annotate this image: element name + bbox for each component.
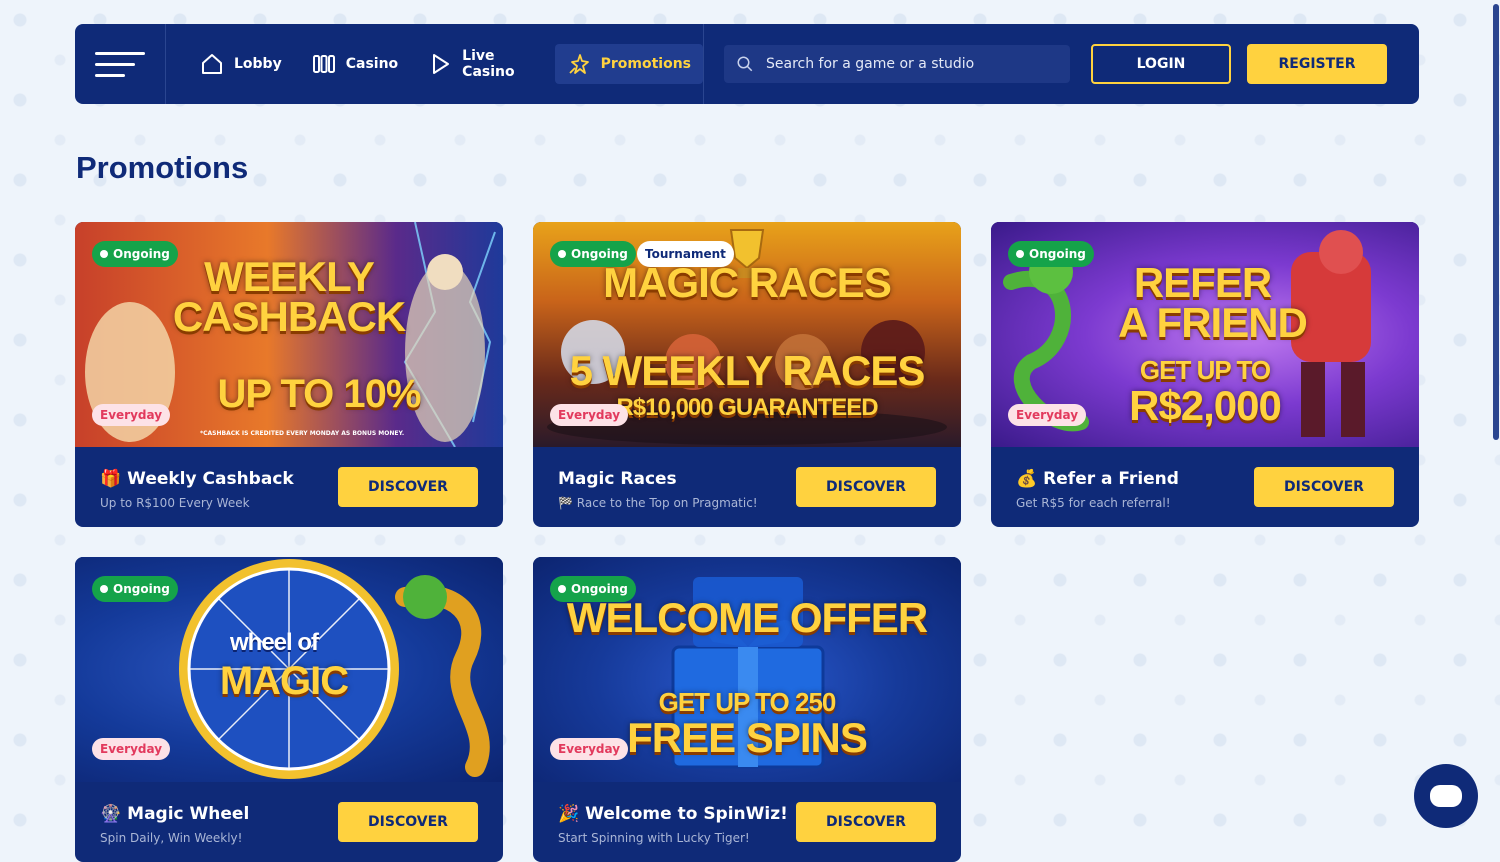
discover-button[interactable]: DISCOVER	[796, 802, 936, 842]
card-footer: 🎁 Weekly Cashback Up to R$100 Every Week …	[75, 447, 503, 527]
frequency-badge: Everyday	[1008, 404, 1087, 426]
card-subtitle: Get R$5 for each referral!	[1016, 496, 1171, 510]
page-title: Promotions	[76, 150, 249, 185]
card-subtitle: Start Spinning with Lucky Tiger!	[558, 831, 750, 845]
page-scrollbar[interactable]	[1492, 0, 1500, 844]
main-nav: Lobby Casino Live Casino Promotions	[166, 24, 704, 104]
frequency-badge: Everyday	[550, 404, 629, 426]
nav-item-lobby[interactable]: Lobby	[188, 44, 294, 84]
discover-button[interactable]: DISCOVER	[338, 802, 478, 842]
nav-label: Casino	[345, 56, 399, 72]
login-button[interactable]: LOGIN	[1091, 44, 1231, 84]
top-navigation-bar: Lobby Casino Live Casino Promotions Sear…	[75, 24, 1419, 104]
card-title: 🎁 Weekly Cashback	[100, 469, 294, 489]
card-subtitle: Up to R$100 Every Week	[100, 496, 250, 510]
promo-banner[interactable]: WELCOME OFFER GET UP TO 250 FREE SPINS O…	[533, 557, 961, 782]
money-bag-icon: 💰	[1016, 469, 1038, 489]
banner-headline: wheel of	[229, 629, 319, 656]
card-subtitle: Spin Daily, Win Weekly!	[100, 831, 243, 845]
banner-headline: CASHBACK	[172, 293, 406, 340]
party-popper-icon: 🎉	[558, 804, 580, 824]
tournament-badge: Tournament	[637, 241, 734, 267]
promo-banner[interactable]: MAGIC RACES 5 WEEKLY RACES R$10,000 GUAR…	[533, 222, 961, 447]
register-button[interactable]: REGISTER	[1247, 44, 1387, 84]
card-title: 🎉 Welcome to SpinWiz!	[558, 804, 788, 824]
discover-button[interactable]: DISCOVER	[338, 467, 478, 507]
status-badge: Ongoing	[1008, 241, 1094, 267]
nav-label: Promotions	[600, 56, 691, 72]
nav-label: Lobby	[234, 56, 282, 72]
search-input[interactable]: Search for a game or a studio	[724, 45, 1070, 83]
status-badge: Ongoing	[92, 241, 178, 267]
search-icon	[737, 56, 753, 72]
banner-headline: MAGIC RACES	[603, 259, 892, 306]
home-icon	[202, 54, 222, 74]
status-badge: Ongoing	[550, 576, 636, 602]
banner-headline: A FRIEND	[1118, 299, 1308, 346]
banner-headline: GET UP TO 250	[658, 687, 837, 717]
banner-note: *CASHBACK IS CREDITED EVERY MONDAY AS BO…	[200, 430, 405, 437]
nav-item-casino[interactable]: Casino	[300, 44, 410, 84]
promo-card-refer-a-friend: REFER A FRIEND GET UP TO R$2,000 Ongoing…	[991, 222, 1419, 527]
checkered-flag-icon: 🏁	[558, 496, 573, 510]
hamburger-menu-icon[interactable]	[75, 24, 166, 104]
scrollbar-thumb[interactable]	[1493, 4, 1499, 440]
frequency-badge: Everyday	[92, 738, 171, 760]
card-title: 💰 Refer a Friend	[1016, 469, 1179, 489]
banner-headline: REFER	[1133, 259, 1272, 306]
nav-item-promotions[interactable]: Promotions	[554, 44, 703, 84]
card-subtitle: 🏁 Race to the Top on Pragmatic!	[558, 496, 758, 510]
chat-support-button[interactable]	[1414, 764, 1478, 828]
promo-card-magic-wheel: wheel of MAGIC Ongoing Everyday 🎡 Magic W…	[75, 557, 503, 862]
nav-item-live-casino[interactable]: Live Casino	[416, 44, 548, 84]
status-badge: Ongoing	[550, 241, 636, 267]
banner-headline: UP TO 10%	[217, 372, 422, 416]
promo-banner[interactable]: WEEKLY CASHBACK UP TO 10% *CASHBACK IS C…	[75, 222, 503, 447]
banner-headline: GET UP TO	[1139, 355, 1271, 385]
promo-banner[interactable]: REFER A FRIEND GET UP TO R$2,000 Ongoing…	[991, 222, 1419, 447]
discover-button[interactable]: DISCOVER	[1254, 467, 1394, 507]
slot-machine-icon	[312, 55, 335, 73]
card-footer: 💰 Refer a Friend Get R$5 for each referra…	[991, 447, 1419, 527]
card-footer: 🎉 Welcome to SpinWiz! Start Spinning with…	[533, 782, 961, 862]
banner-headline: WELCOME OFFER	[566, 594, 928, 641]
frequency-badge: Everyday	[550, 738, 629, 760]
play-icon	[433, 54, 450, 74]
frequency-badge: Everyday	[92, 404, 171, 426]
chat-bubble-icon	[1430, 785, 1462, 807]
card-title: Magic Races	[558, 469, 677, 489]
card-footer: 🎡 Magic Wheel Spin Daily, Win Weekly! DIS…	[75, 782, 503, 862]
sparkle-star-icon	[568, 54, 589, 74]
banner-headline: MAGIC	[219, 659, 349, 703]
promo-banner[interactable]: wheel of MAGIC Ongoing Everyday	[75, 557, 503, 782]
search-placeholder: Search for a game or a studio	[766, 56, 975, 72]
card-title: 🎡 Magic Wheel	[100, 804, 250, 824]
promo-card-welcome-offer: WELCOME OFFER GET UP TO 250 FREE SPINS O…	[533, 557, 961, 862]
promo-card-weekly-cashback: WEEKLY CASHBACK UP TO 10% *CASHBACK IS C…	[75, 222, 503, 527]
promo-card-magic-races: MAGIC RACES 5 WEEKLY RACES R$10,000 GUAR…	[533, 222, 961, 527]
gift-icon: 🎁	[100, 469, 122, 489]
nav-label: Live Casino	[462, 48, 515, 80]
wheel-icon: 🎡	[100, 804, 122, 824]
banner-headline: 5 WEEKLY RACES	[569, 347, 926, 394]
status-badge: Ongoing	[92, 576, 178, 602]
card-footer: Magic Races 🏁 Race to the Top on Pragmat…	[533, 447, 961, 527]
discover-button[interactable]: DISCOVER	[796, 467, 936, 507]
